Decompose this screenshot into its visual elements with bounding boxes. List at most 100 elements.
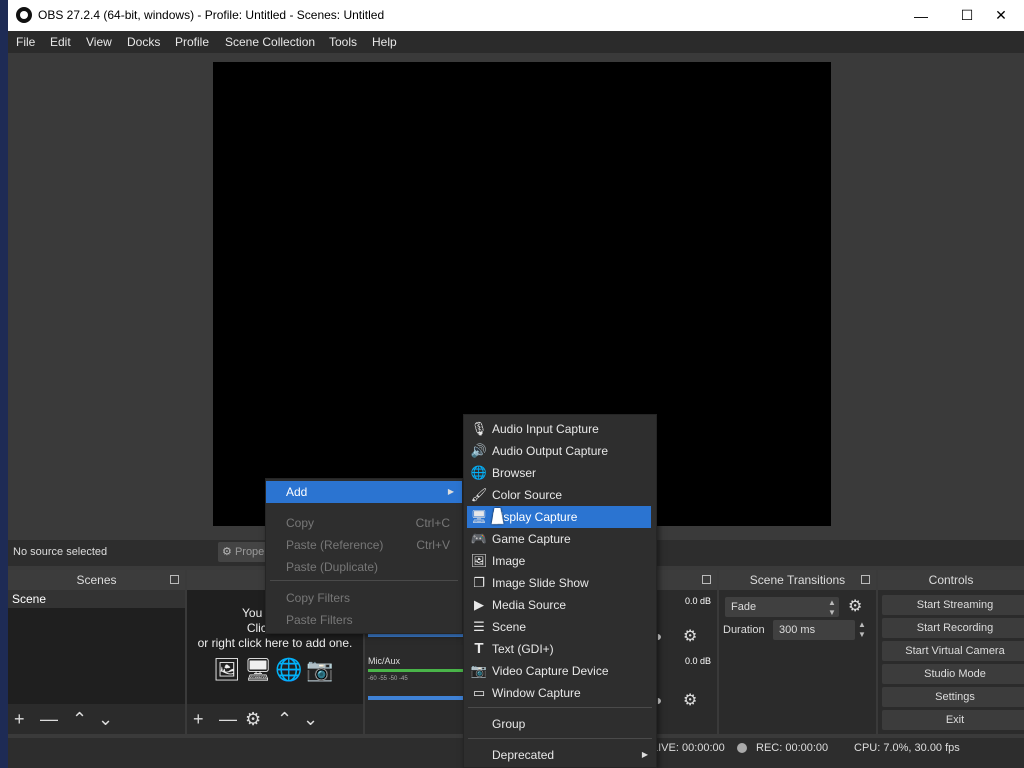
track2-label: Mic/Aux bbox=[368, 656, 401, 666]
exit-button[interactable]: Exit bbox=[882, 710, 1024, 730]
meter-ticks: -60 -55 -50 -45 bbox=[368, 676, 408, 682]
menu-item-video-capture-device[interactable]: 📷 Video Capture Device bbox=[464, 660, 656, 682]
menu-docks[interactable]: Docks bbox=[127, 35, 160, 49]
menu-item-text-gdi[interactable]: T Text (GDI+) bbox=[464, 638, 656, 660]
image-icon: 🖼 bbox=[470, 553, 488, 568]
chevron-updown-icon: ▲ ▼ bbox=[828, 598, 836, 617]
add-icon[interactable]: + bbox=[193, 709, 204, 730]
gear-icon: ⚙ bbox=[222, 546, 232, 558]
scene-transitions-dock: Scene Transitions Fade ▲ ▼ ⚙ Duration 300… bbox=[719, 570, 876, 734]
text-icon: T bbox=[474, 640, 484, 657]
undock-icon[interactable] bbox=[861, 575, 870, 584]
remove-icon[interactable]: — bbox=[40, 709, 58, 730]
menu-item-group[interactable]: Group bbox=[464, 713, 656, 735]
window-icon: ▭ bbox=[472, 685, 486, 700]
move-up-icon[interactable]: ⌃ bbox=[72, 709, 87, 730]
move-up-icon[interactable]: ⌃ bbox=[277, 709, 292, 730]
menu-separator bbox=[270, 580, 458, 581]
microphone-icon: 🎙 bbox=[470, 421, 488, 436]
add-source-submenu: 🎙 Audio Input Capture 🔊 Audio Output Cap… bbox=[463, 414, 657, 768]
menu-item-browser[interactable]: 🌐 Browser bbox=[464, 462, 656, 484]
globe-icon: 🌐 bbox=[470, 465, 488, 480]
obs-logo-icon bbox=[16, 7, 32, 23]
close-button[interactable]: ✕ bbox=[978, 0, 1024, 31]
live-status: LIVE: 00:00:00 bbox=[652, 742, 725, 754]
source-type-icons: 🖼 🖥 🌐 📷 bbox=[213, 656, 334, 684]
start-recording-button[interactable]: Start Recording bbox=[882, 618, 1024, 638]
cpu-status: CPU: 7.0%, 30.00 fps bbox=[854, 742, 960, 754]
minimize-button[interactable]: — bbox=[898, 0, 944, 31]
move-down-icon[interactable]: ⌄ bbox=[98, 709, 113, 730]
settings-button[interactable]: Settings bbox=[882, 687, 1024, 707]
menu-item-copy-filters[interactable]: Copy Filters bbox=[266, 587, 462, 609]
scenes-list[interactable]: Scene bbox=[8, 590, 185, 704]
menu-item-image-slide-show[interactable]: ❐ Image Slide Show bbox=[464, 572, 656, 594]
start-virtual-camera-button[interactable]: Start Virtual Camera bbox=[882, 641, 1024, 661]
move-down-icon[interactable]: ⌄ bbox=[303, 709, 318, 730]
properties-label: Prope bbox=[234, 546, 265, 558]
gear-icon[interactable]: ⚙ bbox=[848, 596, 862, 616]
gamepad-icon: 🎮 bbox=[470, 531, 488, 546]
menu-item-paste-reference[interactable]: Paste (Reference) Ctrl+V bbox=[266, 534, 462, 556]
gear-icon[interactable]: ⚙ bbox=[245, 709, 261, 730]
menu-tools[interactable]: Tools bbox=[329, 35, 357, 49]
duration-label: Duration bbox=[723, 624, 765, 636]
track1-db: 0.0 dB bbox=[684, 596, 711, 606]
menu-item-copy[interactable]: Copy Ctrl+C bbox=[266, 512, 462, 534]
remove-icon[interactable]: — bbox=[219, 709, 237, 730]
gear-icon[interactable]: ⚙ bbox=[683, 626, 697, 646]
duration-stepper[interactable]: ▲ ▼ bbox=[855, 620, 869, 640]
menu-bar: File Edit View Docks Profile Scene Colle… bbox=[8, 31, 1024, 53]
menu-item-audio-output-capture[interactable]: 🔊 Audio Output Capture bbox=[464, 440, 656, 462]
menu-item-scene[interactable]: ☰ Scene bbox=[464, 616, 656, 638]
speaker-icon: 🔊 bbox=[470, 443, 488, 458]
transition-type-select[interactable]: Fade bbox=[725, 597, 839, 617]
track2-meter bbox=[368, 669, 468, 672]
record-dot-icon bbox=[737, 743, 747, 753]
gear-icon[interactable]: ⚙ bbox=[683, 690, 697, 710]
undock-icon[interactable] bbox=[170, 575, 179, 584]
menu-item-color-source[interactable]: 🖌 Color Source bbox=[464, 484, 656, 506]
studio-mode-button[interactable]: Studio Mode bbox=[882, 664, 1024, 684]
menu-edit[interactable]: Edit bbox=[50, 35, 71, 49]
scene-transitions-dock-title: Scene Transitions bbox=[719, 570, 876, 590]
duration-input[interactable]: 300 ms bbox=[773, 620, 855, 640]
menu-item-paste-duplicate[interactable]: Paste (Duplicate) bbox=[266, 556, 462, 578]
controls-dock-title: Controls bbox=[878, 570, 1024, 590]
rec-status: REC: 00:00:00 bbox=[756, 742, 829, 754]
menu-view[interactable]: View bbox=[86, 35, 112, 49]
track2-volume-slider[interactable] bbox=[368, 696, 468, 700]
add-icon[interactable]: + bbox=[14, 709, 25, 730]
menu-item-deprecated[interactable]: Deprecated ▶ bbox=[464, 744, 656, 766]
menu-item-window-capture[interactable]: ▭ Window Capture bbox=[464, 682, 656, 704]
title-bar: OBS 27.2.4 (64-bit, windows) - Profile: … bbox=[8, 0, 1024, 31]
slideshow-icon: ❐ bbox=[473, 575, 485, 590]
brush-icon: 🖌 bbox=[470, 487, 488, 502]
menu-help[interactable]: Help bbox=[372, 35, 397, 49]
undock-icon[interactable] bbox=[702, 575, 711, 584]
list-item[interactable]: Scene bbox=[8, 590, 185, 608]
menu-item-audio-input-capture[interactable]: 🎙 Audio Input Capture bbox=[464, 418, 656, 440]
sources-context-menu: Add ▶ Copy Ctrl+C Paste (Reference) Ctrl… bbox=[265, 478, 463, 634]
image-icon: 🖼 bbox=[213, 657, 241, 682]
camera-icon: 📷 bbox=[470, 663, 488, 678]
menu-item-media-source[interactable]: ▶ Media Source bbox=[464, 594, 656, 616]
chevron-right-icon: ▶ bbox=[641, 750, 648, 759]
menu-item-add[interactable]: Add ▶ bbox=[266, 481, 462, 503]
play-icon: ▶ bbox=[474, 597, 484, 612]
menu-separator bbox=[468, 738, 652, 739]
menu-item-image[interactable]: 🖼 Image bbox=[464, 550, 656, 572]
controls-dock: Controls Start Streaming Start Recording… bbox=[878, 570, 1024, 734]
window-title: OBS 27.2.4 (64-bit, windows) - Profile: … bbox=[38, 8, 385, 22]
menu-item-paste-filters[interactable]: Paste Filters bbox=[266, 609, 462, 631]
sources-toolbar: + — ⚙ ⌃ ⌄ bbox=[187, 704, 363, 734]
menu-item-game-capture[interactable]: 🎮 Game Capture bbox=[464, 528, 656, 550]
list-icon: ☰ bbox=[473, 619, 485, 634]
chevron-right-icon: ▶ bbox=[447, 487, 454, 496]
start-streaming-button[interactable]: Start Streaming bbox=[882, 595, 1024, 615]
menu-scene-collection[interactable]: Scene Collection bbox=[225, 35, 315, 49]
track2-db: 0.0 dB bbox=[684, 656, 711, 666]
menu-profile[interactable]: Profile bbox=[175, 35, 209, 49]
menu-file[interactable]: File bbox=[16, 35, 35, 49]
scenes-dock: Scenes Scene + — ⌃ ⌄ bbox=[8, 570, 185, 734]
